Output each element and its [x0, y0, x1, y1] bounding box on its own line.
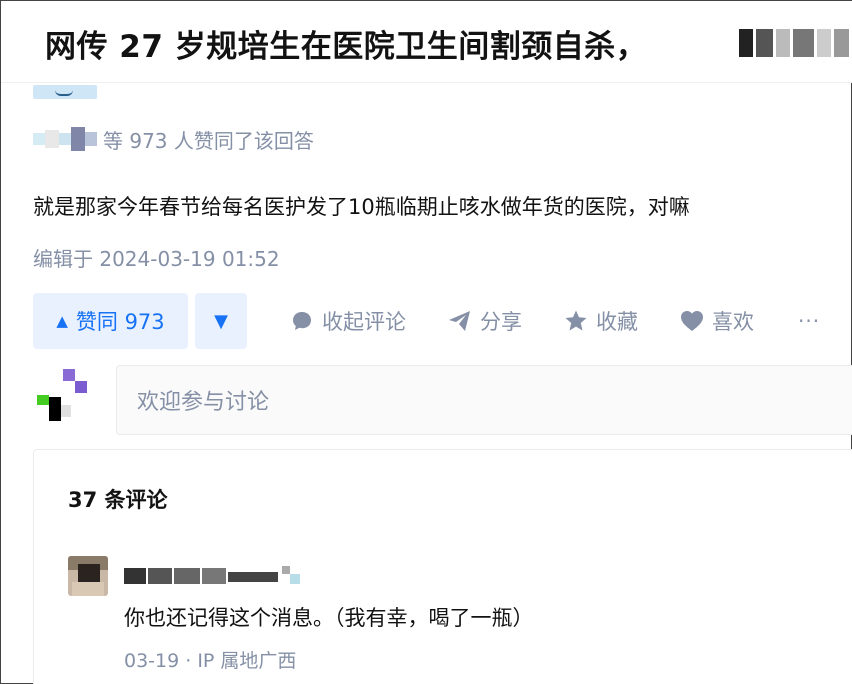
- share-icon: [448, 309, 472, 333]
- redacted-title-mosaic: [739, 23, 850, 63]
- edit-timestamp[interactable]: 编辑于 2024-03-19 01:52: [33, 243, 280, 272]
- voters-count-text: 等 973 人赞同了该回答: [103, 128, 314, 153]
- comment-meta: 03-19 · IP 属地广西: [124, 650, 297, 672]
- collapse-comments-button[interactable]: 收起评论: [290, 306, 406, 336]
- more-options-button[interactable]: ···: [798, 309, 820, 333]
- downvote-button[interactable]: ▼: [195, 293, 247, 349]
- question-title-bar: 网传 27 岁规培生在医院卫生间割颈自杀，: [1, 1, 852, 83]
- triangle-up-icon: ▲: [56, 312, 68, 330]
- author-badge: [33, 85, 97, 99]
- favorite-button[interactable]: 收藏: [564, 306, 638, 336]
- current-user-avatar: [35, 367, 91, 423]
- voters-row[interactable]: 等 973 人赞同了该回答: [33, 123, 314, 155]
- upvote-button[interactable]: ▲ 赞同 973: [33, 293, 188, 349]
- comments-count: 37 条评论: [68, 488, 168, 512]
- share-label: 分享: [480, 310, 522, 334]
- comment-text: 你也还记得这个消息。（我有幸，喝了一瓶）: [124, 606, 534, 630]
- triangle-down-icon: ▼: [214, 310, 228, 332]
- question-title[interactable]: 网传 27 岁规培生在医院卫生间割颈自杀，: [45, 21, 647, 66]
- share-button[interactable]: 分享: [448, 306, 522, 336]
- answer-action-bar: ▲ 赞同 973 ▼ 收起评论 分享 收藏 喜欢 ···: [33, 293, 852, 349]
- heart-icon: [680, 309, 704, 333]
- like-label: 喜欢: [712, 310, 754, 334]
- upvote-label: 赞同 973: [75, 310, 165, 334]
- comments-panel: 37 条评论 你也还记得这个消息。（我有幸，喝了一瓶） 03-19 · IP 属…: [33, 449, 852, 684]
- commenter-avatar[interactable]: [68, 556, 108, 596]
- comment-icon: [290, 309, 314, 333]
- comment-input[interactable]: 欢迎参与讨论: [116, 365, 852, 435]
- collapse-comments-label: 收起评论: [322, 310, 406, 334]
- favorite-label: 收藏: [596, 310, 638, 334]
- star-icon: [564, 309, 588, 333]
- like-button[interactable]: 喜欢: [680, 306, 754, 336]
- answer-content: 就是那家今年春节给每名医护发了10瓶临期止咳水做年货的医院，对嘛: [33, 195, 690, 219]
- voter-avatars[interactable]: [33, 127, 97, 151]
- commenter-name-redacted[interactable]: [124, 564, 309, 586]
